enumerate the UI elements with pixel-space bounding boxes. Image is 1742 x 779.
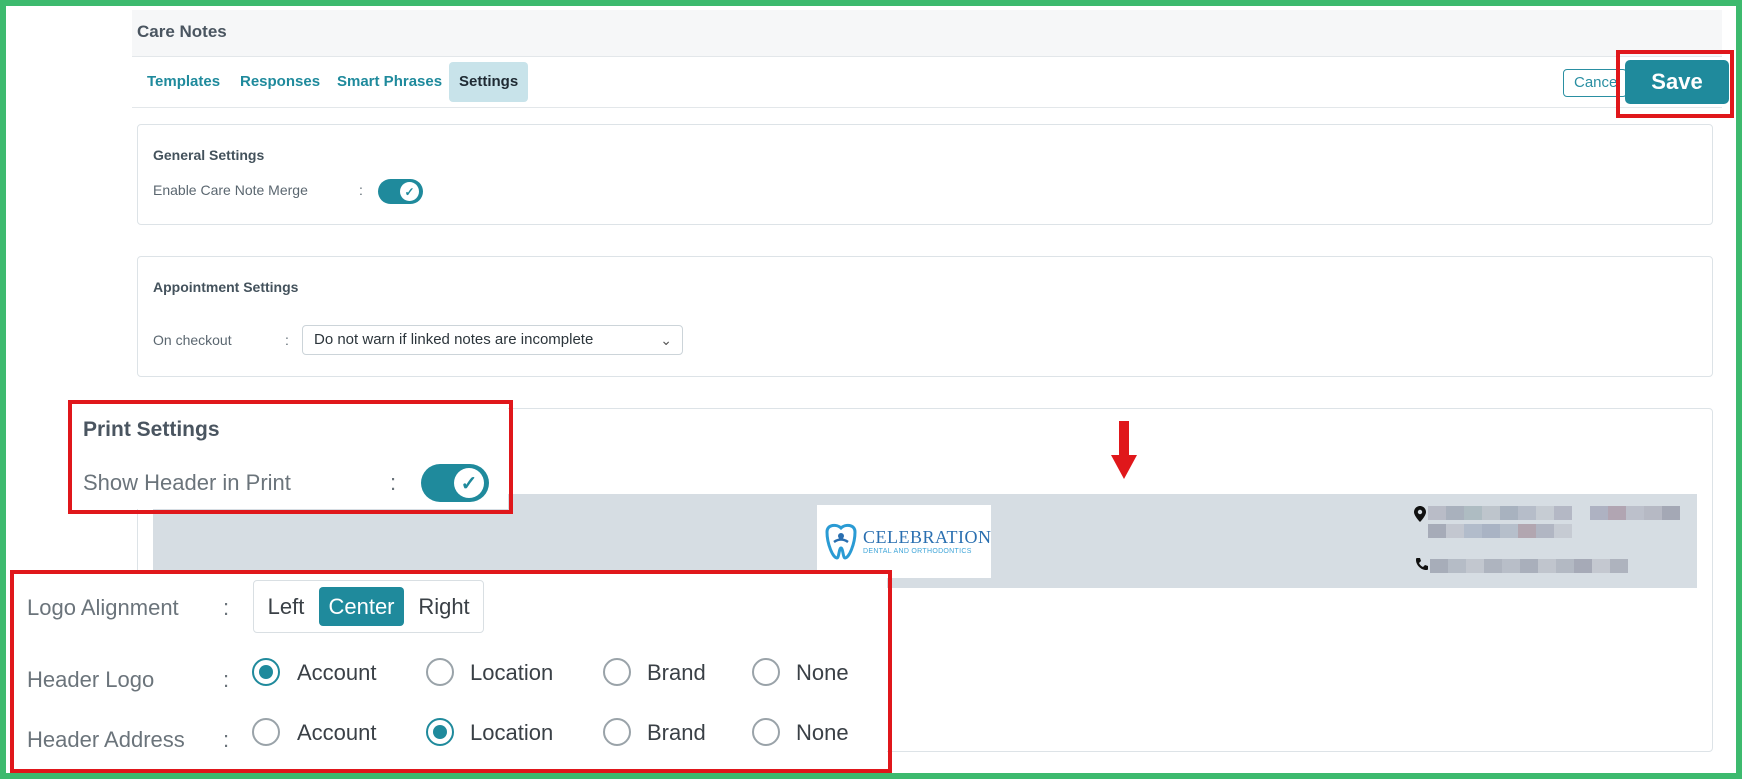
check-icon: ✓ xyxy=(400,182,419,201)
map-pin-icon xyxy=(1414,506,1426,522)
phone-icon xyxy=(1416,558,1428,570)
arrow-down-icon xyxy=(1111,421,1137,479)
redacted-address-line-1 xyxy=(1428,506,1680,520)
enable-merge-label: Enable Care Note Merge xyxy=(153,182,308,198)
logo-preview: CELEBRATION DENTAL AND ORTHODONTICS xyxy=(817,505,991,578)
page-title: Care Notes xyxy=(137,22,227,41)
chevron-down-icon: ⌄ xyxy=(660,332,672,348)
redacted-address-line-2 xyxy=(1428,524,1572,538)
tab-bar: Templates Responses Smart Phrases Settin… xyxy=(132,62,1722,108)
appointment-settings-title: Appointment Settings xyxy=(153,279,299,295)
page-header: Care Notes xyxy=(132,10,1722,57)
general-settings-card: General Settings Enable Care Note Merge … xyxy=(137,124,1713,225)
on-checkout-value: Do not warn if linked notes are incomple… xyxy=(314,331,594,348)
logo-sub-text: DENTAL AND ORTHODONTICS xyxy=(863,548,972,555)
highlight-print-settings xyxy=(68,400,513,514)
highlight-header-options xyxy=(10,570,892,773)
highlight-save xyxy=(1616,50,1734,118)
tab-smart-phrases[interactable]: Smart Phrases xyxy=(337,62,442,102)
redacted-phone xyxy=(1430,559,1628,573)
tab-templates[interactable]: Templates xyxy=(147,62,220,102)
logo-brand-text: CELEBRATION xyxy=(863,527,992,547)
on-checkout-label: On checkout xyxy=(153,332,232,348)
tab-responses[interactable]: Responses xyxy=(240,62,320,102)
colon: : xyxy=(285,332,289,348)
general-settings-title: General Settings xyxy=(153,147,265,163)
appointment-settings-card: Appointment Settings On checkout : xyxy=(137,256,1713,377)
tooth-logo-icon xyxy=(825,523,857,560)
tab-settings[interactable]: Settings xyxy=(449,62,529,102)
enable-merge-toggle[interactable]: ✓ xyxy=(378,179,423,204)
on-checkout-select[interactable]: Do not warn if linked notes are incomple… xyxy=(302,325,683,355)
colon: : xyxy=(359,182,363,198)
